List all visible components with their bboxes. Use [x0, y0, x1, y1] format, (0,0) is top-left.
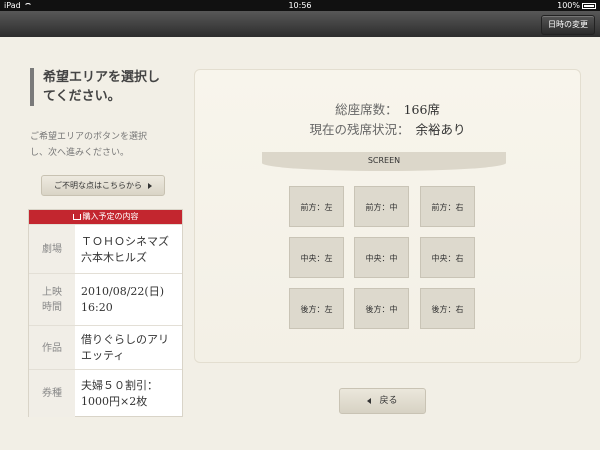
screen-indicator: SCREEN: [262, 152, 506, 171]
nav-bar: 日時の変更: [0, 11, 600, 37]
summary-row-ticket-type: 券種 夫婦５０割引： 1000円×2枚: [29, 369, 182, 417]
area-rear-center-button[interactable]: 後方：中: [354, 288, 409, 329]
purchase-summary: 購入予定の内容 劇場 ＴＯＨＯシネマズ 六本木ヒルズ 上映 時間 2010/08/2…: [28, 209, 183, 417]
change-datetime-button[interactable]: 日時の変更: [541, 15, 595, 35]
cart-icon: [72, 213, 81, 220]
area-middle-center-button[interactable]: 中央：中: [354, 237, 409, 278]
area-middle-left-button[interactable]: 中央：左: [289, 237, 344, 278]
back-button[interactable]: 戻る: [339, 388, 426, 414]
clock: 10:56: [288, 1, 312, 10]
area-rear-left-button[interactable]: 後方：左: [289, 288, 344, 329]
seating-panel: 総座席数： 166席 現在の残席状況： 余裕あり SCREEN 前方：左 前方：中 …: [194, 69, 581, 363]
chevron-right-icon: [148, 182, 152, 189]
page-title: 希望エリアを選択し てください。: [30, 68, 193, 106]
area-front-center-button[interactable]: 前方：中: [354, 186, 409, 227]
total-seats: 総座席数： 166席: [335, 102, 440, 117]
battery-icon: [582, 2, 596, 9]
help-button[interactable]: ご不明な点はこちらから: [41, 175, 165, 196]
area-front-left-button[interactable]: 前方：左: [289, 186, 344, 227]
availability-status: 現在の残席状況： 余裕あり: [309, 122, 466, 137]
chevron-left-icon: [367, 397, 372, 404]
instruction-text: ご希望エリアのボタンを選択 し、次へ進みください。: [30, 132, 148, 158]
summary-row-theater: 劇場 ＴＯＨＯシネマズ 六本木ヒルズ: [29, 224, 182, 274]
battery-status: 100%: [557, 0, 596, 11]
area-front-right-button[interactable]: 前方：右: [420, 186, 475, 227]
summary-row-movie: 作品 借りぐらしのアリ エッティ: [29, 325, 182, 370]
area-rear-right-button[interactable]: 後方：右: [420, 288, 475, 329]
summary-row-showtime: 上映 時間 2010/08/22(日) 16:20: [29, 273, 182, 326]
purchase-header: 購入予定の内容: [29, 210, 182, 224]
area-middle-right-button[interactable]: 中央：右: [420, 237, 475, 278]
status-bar: iPad 10:56 100%: [0, 0, 600, 11]
